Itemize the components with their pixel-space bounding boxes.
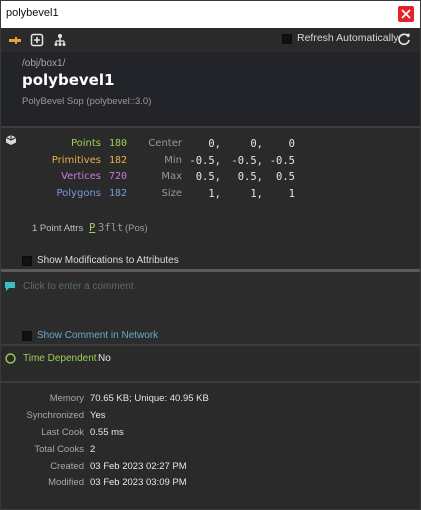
toolbar: Refresh Automatically [1,28,420,52]
show-comment-label[interactable]: Show Comment in Network [37,330,158,341]
geometry-section: Points 180 Primitives 182 Vertices 720 P… [1,128,420,268]
vertices-value: 720 [109,171,128,182]
node-path: /obj/box1/ [22,58,66,69]
created-value: 03 Feb 2023 02:27 PM [90,461,187,472]
points-value: 180 [109,138,128,149]
tree-icon[interactable] [53,33,67,47]
polygons-label: Polygons [56,188,101,199]
point-attr-class[interactable]: P [89,222,95,234]
node-info-window: polybevel1 Refresh Automatically /obj/bo… [0,0,421,510]
primitives-value: 182 [109,155,128,166]
size-z: 1 [288,188,295,200]
min-x: -0.5, [189,155,221,167]
last-cook-value: 0.55 ms [90,427,124,438]
created-label: Created [50,461,84,472]
modified-value: 03 Feb 2023 03:09 PM [90,477,187,488]
memory-label: Memory [49,393,84,404]
node-type: PolyBevel Sop (polybevel::3.0) [22,96,152,107]
size-x: 1, [208,188,221,200]
total-cooks-value: 2 [90,444,96,455]
node-header: /obj/box1/ polybevel1 PolyBevel Sop (pol… [1,52,420,126]
time-dependent-section: Time Dependent No [1,346,420,380]
polygons-value: 182 [109,188,128,199]
divider [1,269,420,272]
max-z: 0.5 [276,171,295,183]
window-title: polybevel1 [6,7,59,19]
node-name: polybevel1 [22,71,115,89]
close-button[interactable] [398,6,414,22]
size-label: Size [161,188,182,199]
points-label: Points [70,138,101,149]
center-z: 0 [288,138,295,150]
min-z: -0.5 [269,155,295,167]
cook-info-section: Memory 70.65 KB; Unique: 40.95 KB Synchr… [1,383,420,509]
show-comment-checkbox[interactable] [22,331,32,341]
geometry-icon [5,135,17,145]
vertices-label: Vertices [61,171,101,182]
last-cook-label: Last Cook [41,427,84,438]
close-icon [401,9,411,19]
show-modifications-checkbox[interactable] [22,256,32,266]
point-attr-name: (Pos) [125,223,148,234]
primitives-label: Primitives [51,155,101,166]
refresh-automatically-label[interactable]: Refresh Automatically [297,32,399,44]
center-label: Center [148,138,182,149]
point-attr-type: 3flt [98,222,124,234]
title-bar: polybevel1 [1,1,420,28]
time-dependent-label: Time Dependent [23,353,97,364]
comment-input[interactable]: Click to enter a comment [23,281,134,292]
synchronized-value: Yes [90,410,106,421]
synchronized-label: Synchronized [26,410,84,421]
time-dependent-icon [5,353,16,364]
time-dependent-value: No [98,353,111,364]
center-x: 0, [208,138,221,150]
max-label: Max [161,171,182,182]
comment-section: Click to enter a comment Show Comment in… [1,273,420,344]
total-cooks-label: Total Cooks [34,444,84,455]
show-modifications-label[interactable]: Show Modifications to Attributes [37,255,179,266]
point-attrs-label: 1 Point Attrs [32,223,84,234]
pin-icon[interactable] [8,33,22,47]
new-window-icon[interactable] [30,33,44,47]
min-label: Min [164,155,182,166]
comment-icon [5,282,15,291]
refresh-automatically-checkbox[interactable] [282,34,292,44]
refresh-icon[interactable] [397,32,411,46]
memory-value: 70.65 KB; Unique: 40.95 KB [90,393,209,404]
modified-label: Modified [48,477,84,488]
max-x: 0.5, [195,171,221,183]
